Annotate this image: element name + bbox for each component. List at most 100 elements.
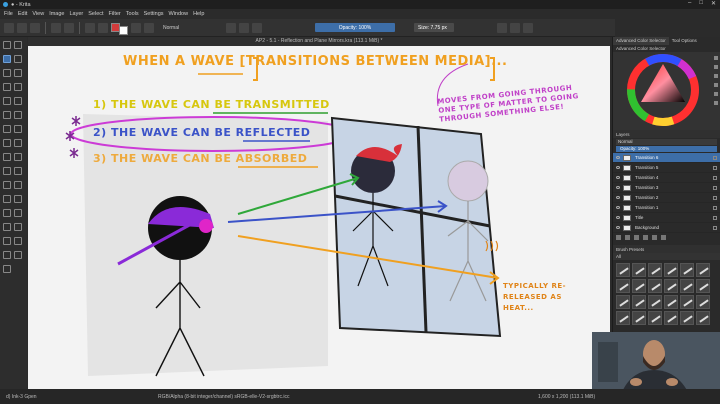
brush-tag-filter[interactable]: All	[613, 253, 720, 260]
open-document-icon[interactable]	[17, 22, 27, 33]
lock-icon[interactable]	[713, 165, 717, 170]
brush-preset[interactable]	[680, 279, 694, 293]
lock-icon[interactable]	[713, 185, 717, 190]
visibility-icon[interactable]	[616, 176, 620, 179]
layer-row[interactable]: Transition 5	[613, 163, 720, 173]
brush-preset[interactable]	[616, 311, 630, 325]
document-tab[interactable]: AP2 - 5.1 - Reflection and Plane Mirrors…	[28, 37, 610, 46]
layer-row[interactable]: Title	[613, 213, 720, 223]
menu-select[interactable]: Select	[88, 11, 103, 17]
undo-icon[interactable]	[51, 22, 61, 33]
brush-preset[interactable]	[616, 279, 630, 293]
layer-row[interactable]: Transition 3	[613, 183, 720, 193]
bezier-select-icon[interactable]	[14, 237, 22, 245]
menu-help[interactable]: Help	[193, 11, 204, 17]
brush-preset[interactable]	[648, 311, 662, 325]
visibility-icon[interactable]	[616, 166, 620, 169]
similar-select-icon[interactable]	[3, 237, 11, 245]
color-wheel-icon[interactable]	[613, 52, 713, 130]
blend-mode-select[interactable]: Normal	[163, 25, 223, 31]
mirror-horizontal-icon[interactable]	[497, 22, 507, 33]
wrap-around-icon[interactable]	[523, 22, 533, 33]
size-slider[interactable]: Size: 7.75 px	[414, 23, 454, 32]
contiguous-select-icon[interactable]	[14, 223, 22, 231]
rectangle-tool-icon[interactable]	[14, 69, 22, 77]
pan-tool-icon[interactable]	[3, 265, 11, 273]
tab-tool-options[interactable]: Tool Options	[669, 37, 700, 45]
lock-icon[interactable]	[713, 205, 717, 210]
assistant-tool-icon[interactable]	[3, 181, 11, 189]
line-tool-icon[interactable]	[3, 69, 11, 77]
select-shapes-icon[interactable]	[3, 41, 11, 49]
move-layer-down-icon[interactable]	[643, 234, 648, 240]
brush-preset[interactable]	[648, 263, 662, 277]
brush-preset[interactable]	[696, 263, 710, 277]
brush-preset[interactable]	[632, 263, 646, 277]
reload-preset-icon[interactable]	[252, 22, 262, 33]
background-color-swatch[interactable]	[119, 25, 128, 35]
menu-view[interactable]: View	[32, 11, 44, 17]
delete-layer-icon[interactable]	[661, 234, 666, 240]
brush-preset[interactable]	[632, 295, 646, 309]
menu-file[interactable]: File	[4, 11, 13, 17]
brush-preset[interactable]	[664, 279, 678, 293]
polygon-tool-icon[interactable]	[14, 83, 22, 91]
visibility-icon[interactable]	[616, 196, 620, 199]
reference-tool-icon[interactable]	[3, 195, 11, 203]
visibility-icon[interactable]	[616, 186, 620, 189]
polyline-tool-icon[interactable]	[3, 97, 11, 105]
multibrush-icon[interactable]	[3, 125, 11, 133]
transform-tool-icon[interactable]	[14, 125, 22, 133]
measure-tool-icon[interactable]	[14, 181, 22, 189]
color-selector[interactable]	[613, 52, 720, 130]
smart-patch-icon[interactable]	[14, 167, 22, 175]
magnetic-select-icon[interactable]	[3, 251, 11, 259]
brush-preset[interactable]	[648, 295, 662, 309]
crop-tool-icon[interactable]	[14, 139, 22, 147]
freehand-brush-icon[interactable]	[3, 55, 11, 63]
new-document-icon[interactable]	[4, 22, 14, 33]
brush-preset[interactable]	[616, 295, 630, 309]
layer-row[interactable]: Transition 6	[613, 153, 720, 163]
brush-preset[interactable]	[616, 263, 630, 277]
dynamic-brush-icon[interactable]	[14, 111, 22, 119]
layer-row[interactable]: Background	[613, 223, 720, 233]
visibility-icon[interactable]	[616, 156, 620, 159]
visibility-icon[interactable]	[616, 226, 620, 229]
lock-icon[interactable]	[713, 155, 717, 160]
menu-layer[interactable]: Layer	[69, 11, 83, 17]
freehand-path-icon[interactable]	[3, 111, 11, 119]
brush-preset[interactable]	[632, 279, 646, 293]
close-button[interactable]: ✕	[711, 0, 716, 7]
minimize-button[interactable]: –	[688, 0, 691, 7]
add-layer-icon[interactable]	[616, 234, 621, 240]
brush-preset[interactable]	[680, 295, 694, 309]
polygon-select-icon[interactable]	[14, 209, 22, 217]
rect-select-icon[interactable]	[14, 195, 22, 203]
lock-icon[interactable]	[713, 215, 717, 220]
zoom-tool-icon[interactable]	[14, 251, 22, 259]
mirror-vertical-icon[interactable]	[510, 22, 520, 33]
color-picker-icon[interactable]	[14, 153, 22, 161]
layer-row[interactable]: Transition 2	[613, 193, 720, 203]
brush-settings-icon[interactable]	[144, 22, 154, 33]
tab-advanced-color-selector[interactable]: Advanced Color Selector	[613, 37, 669, 45]
brush-preset[interactable]	[680, 311, 694, 325]
brush-preset[interactable]	[696, 279, 710, 293]
brush-preset[interactable]	[680, 263, 694, 277]
layer-row[interactable]: Transition 4	[613, 173, 720, 183]
layer-blend-mode[interactable]: Normal	[616, 139, 717, 145]
opacity-slider[interactable]: Opacity: 100%	[315, 23, 395, 32]
freehand-select-icon[interactable]	[3, 223, 11, 231]
save-icon[interactable]	[30, 22, 40, 33]
brush-preset[interactable]	[648, 279, 662, 293]
move-layer-up-icon[interactable]	[634, 234, 639, 240]
canvas[interactable]: WHEN A WAVE [TRANSITIONS BETWEEN MEDIA].…	[28, 46, 610, 389]
eraser-mode-icon[interactable]	[226, 22, 236, 33]
visibility-icon[interactable]	[616, 216, 620, 219]
menu-image[interactable]: Image	[49, 11, 64, 17]
layer-opacity-slider[interactable]: Opacity: 100%	[616, 146, 717, 152]
pattern-icon[interactable]	[98, 22, 108, 33]
text-tool-icon[interactable]	[14, 41, 22, 49]
menu-settings[interactable]: Settings	[144, 11, 164, 17]
